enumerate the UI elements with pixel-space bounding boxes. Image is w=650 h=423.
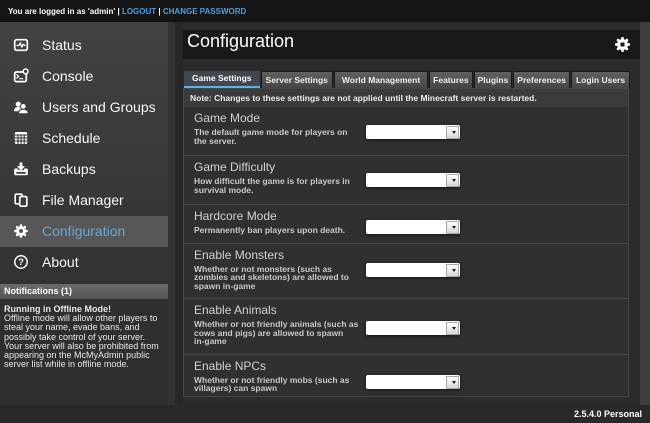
svg-text:?: ? bbox=[18, 257, 24, 268]
